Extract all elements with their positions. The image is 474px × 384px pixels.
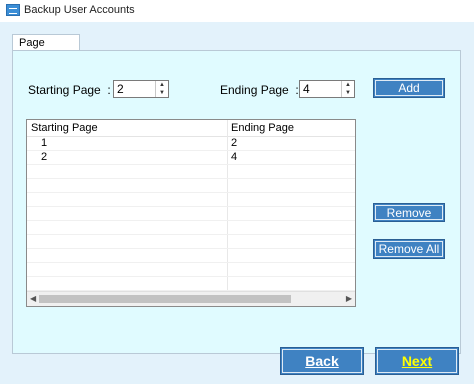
empty-row bbox=[27, 220, 355, 235]
ending-page-label: Ending Page : bbox=[220, 83, 299, 97]
table-row[interactable]: 2 4 bbox=[27, 150, 355, 165]
empty-row bbox=[27, 206, 355, 221]
column-header-starting-page[interactable]: Starting Page bbox=[31, 122, 98, 134]
empty-row bbox=[27, 276, 355, 291]
page-ranges-table: Starting Page Ending Page 1 2 2 4 ◀ ▶ bbox=[26, 119, 356, 307]
ending-page-value: 4 bbox=[303, 82, 310, 96]
back-button[interactable]: Back bbox=[280, 347, 364, 375]
back-button-label: Back bbox=[305, 353, 339, 369]
cell-ending-page: 2 bbox=[231, 137, 238, 149]
spinner-up-icon[interactable]: ▲ bbox=[156, 81, 168, 89]
starting-page-value: 2 bbox=[117, 82, 124, 96]
add-button[interactable]: Add bbox=[373, 78, 445, 98]
scroll-right-icon[interactable]: ▶ bbox=[346, 294, 352, 303]
window-title: Backup User Accounts bbox=[24, 4, 135, 16]
page-ranges-panel: Starting Page : 2 ▲ ▼ Ending Page : 4 ▲ … bbox=[12, 50, 461, 354]
empty-row bbox=[27, 192, 355, 207]
table-header: Starting Page Ending Page bbox=[27, 120, 355, 137]
table-row[interactable]: 1 2 bbox=[27, 136, 355, 151]
empty-row bbox=[27, 234, 355, 249]
spinner-down-icon[interactable]: ▼ bbox=[342, 89, 354, 97]
empty-row bbox=[27, 262, 355, 277]
scrollbar-thumb[interactable] bbox=[39, 295, 291, 303]
starting-page-spinner[interactable]: 2 ▲ ▼ bbox=[113, 80, 169, 98]
empty-row bbox=[27, 178, 355, 193]
remove-button[interactable]: Remove bbox=[373, 203, 445, 222]
starting-page-label: Starting Page : bbox=[28, 83, 111, 97]
cell-ending-page: 4 bbox=[231, 151, 238, 163]
ending-page-spinner[interactable]: 4 ▲ ▼ bbox=[299, 80, 355, 98]
spinner-up-icon[interactable]: ▲ bbox=[342, 81, 354, 89]
spinner-down-icon[interactable]: ▼ bbox=[156, 89, 168, 97]
empty-row bbox=[27, 248, 355, 263]
next-button[interactable]: Next bbox=[375, 347, 459, 375]
scroll-left-icon[interactable]: ◀ bbox=[30, 294, 36, 303]
remove-all-button[interactable]: Remove All bbox=[373, 239, 445, 259]
dialog-content: Page Ranges Starting Page : 2 ▲ ▼ Ending… bbox=[0, 22, 474, 384]
cell-starting-page: 1 bbox=[41, 137, 48, 149]
next-button-label: Next bbox=[401, 353, 433, 369]
title-bar: Backup User Accounts bbox=[0, 0, 474, 22]
app-icon bbox=[6, 4, 20, 16]
tab-page-ranges[interactable]: Page Ranges bbox=[12, 34, 80, 61]
column-header-ending-page[interactable]: Ending Page bbox=[231, 122, 294, 134]
empty-row bbox=[27, 164, 355, 179]
horizontal-scrollbar[interactable]: ◀ ▶ bbox=[27, 291, 355, 306]
cell-starting-page: 2 bbox=[41, 151, 48, 163]
